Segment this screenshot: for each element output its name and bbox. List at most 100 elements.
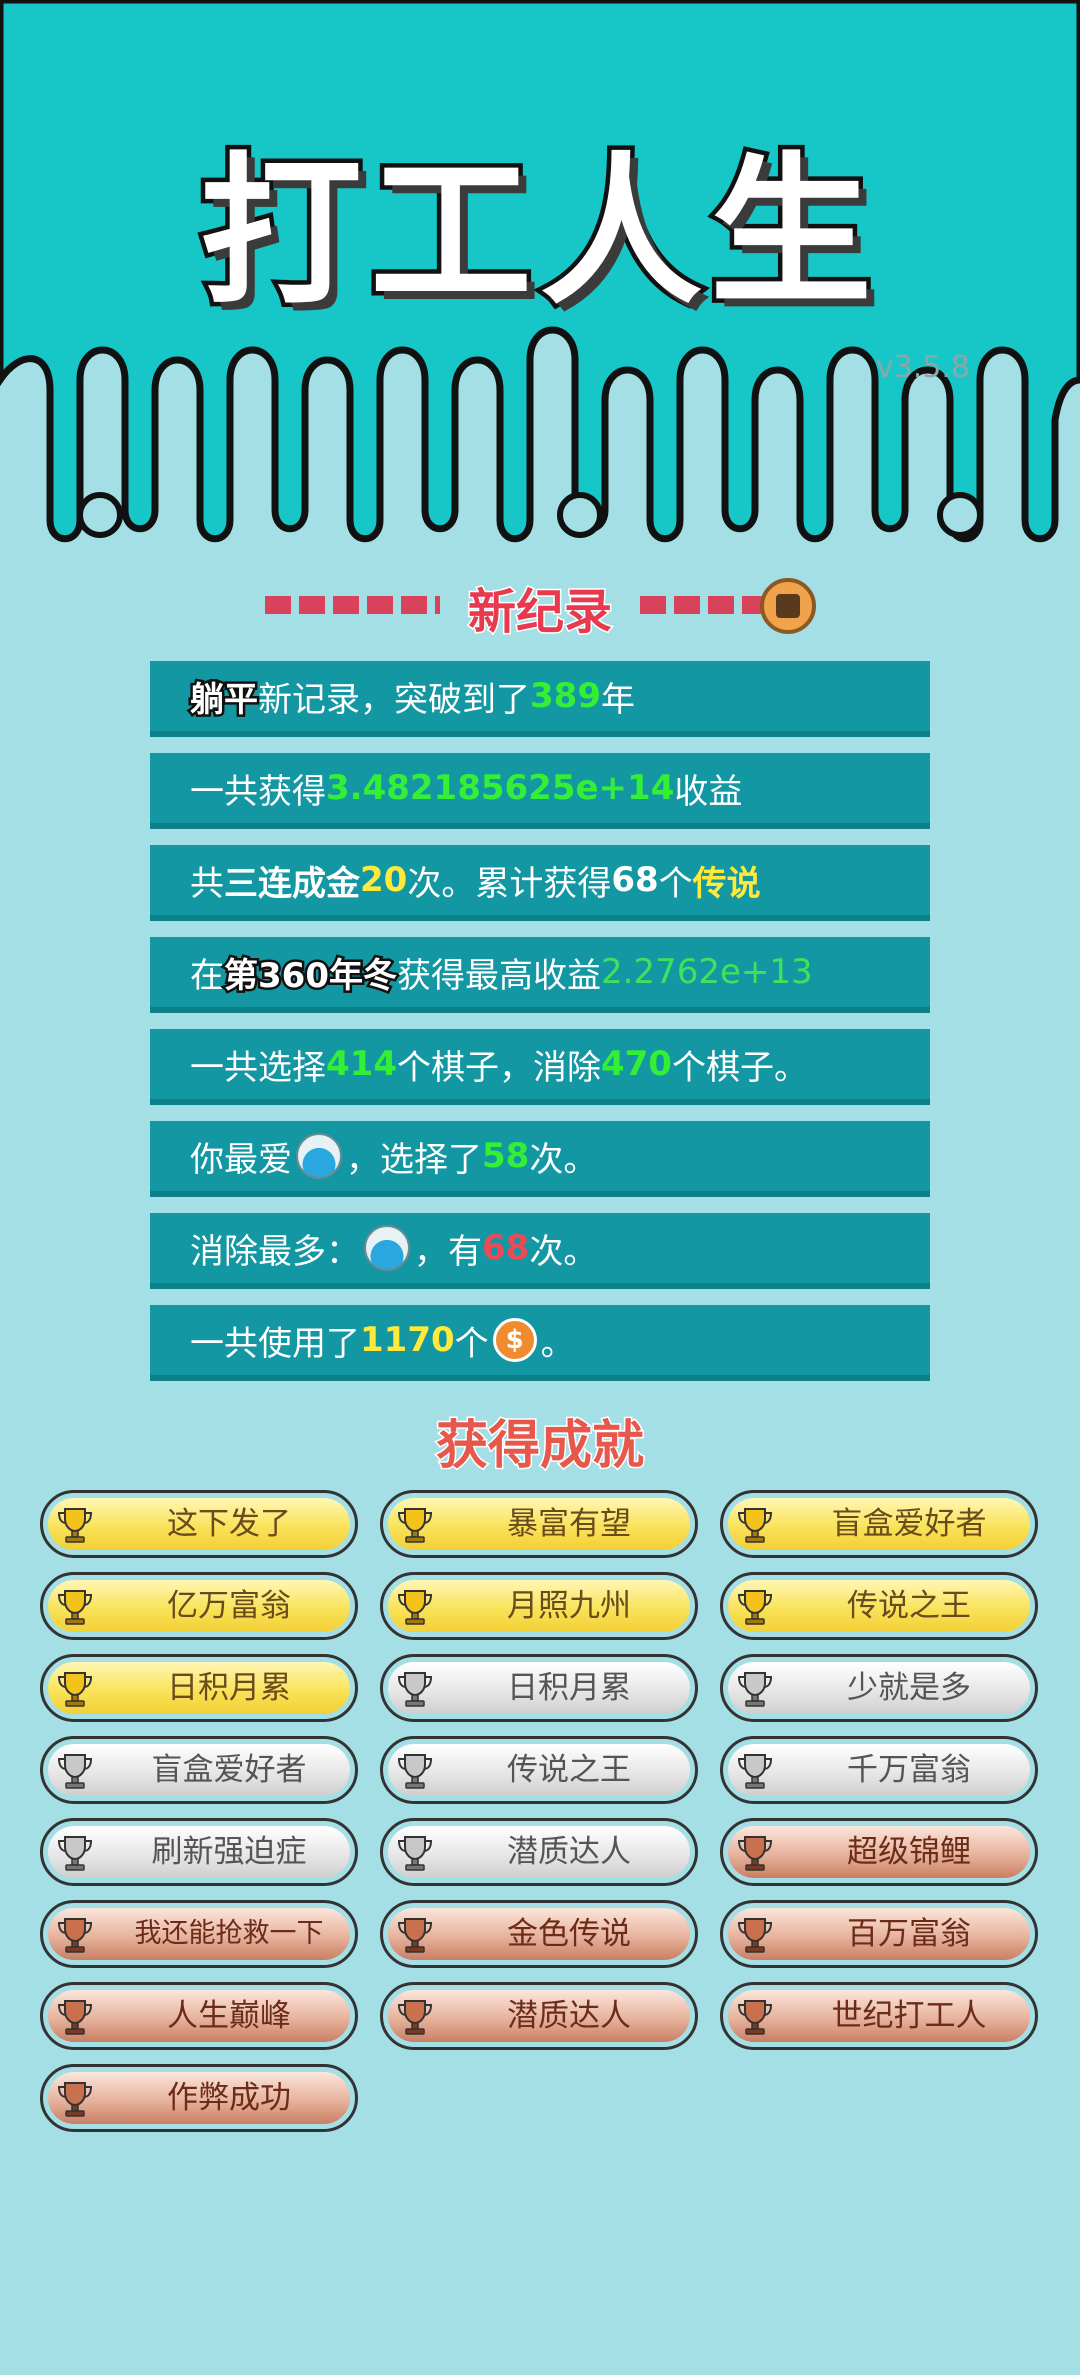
ball-icon bbox=[296, 1133, 342, 1179]
stat-text: 三连成金 bbox=[224, 863, 360, 904]
achievement-badge[interactable]: 日积月累 bbox=[380, 1654, 698, 1722]
achievement-badge[interactable]: 亿万富翁 bbox=[40, 1572, 358, 1640]
medal-coin-icon bbox=[760, 578, 816, 634]
trophy-icon bbox=[397, 1918, 433, 1953]
stat-text: 次。 bbox=[529, 1231, 598, 1272]
trophy-icon bbox=[737, 1754, 773, 1789]
stat-row: 在 第360年冬 获得最高收益 2.2762e+13 bbox=[150, 937, 930, 1013]
stat-text: 一共获得 bbox=[190, 771, 326, 812]
stat-text: ，选择了 bbox=[346, 1139, 482, 1180]
stat-text: 个 bbox=[658, 863, 693, 904]
stat-text: 。 bbox=[540, 1323, 575, 1364]
achievement-label: 金色传说 bbox=[507, 1916, 631, 1952]
right-dash-decoration bbox=[640, 596, 765, 614]
stat-text: 年 bbox=[600, 679, 635, 720]
achievement-badge[interactable]: 千万富翁 bbox=[720, 1736, 1038, 1804]
trophy-icon bbox=[57, 2000, 93, 2035]
achievement-badge[interactable]: 盲盒爱好者 bbox=[720, 1490, 1038, 1558]
achievement-label: 我还能抢救一下 bbox=[134, 1918, 324, 1949]
version-label: v3.5.8 bbox=[875, 350, 970, 385]
record-heading: 新纪录 bbox=[0, 572, 1080, 642]
achievement-badge[interactable]: 传说之王 bbox=[720, 1572, 1038, 1640]
achievement-label: 世纪打工人 bbox=[831, 1998, 987, 2034]
achievement-label: 人生巅峰 bbox=[167, 1998, 291, 2034]
achievement-label: 潜质达人 bbox=[507, 1998, 631, 2034]
achievement-label: 刷新强迫症 bbox=[151, 1834, 307, 1870]
stat-text: 68 bbox=[611, 860, 659, 900]
trophy-icon bbox=[57, 1918, 93, 1953]
trophy-icon bbox=[397, 1672, 433, 1707]
stat-text: 58 bbox=[482, 1136, 530, 1176]
stat-text: 2.2762e+13 bbox=[600, 952, 813, 992]
achievement-label: 月照九州 bbox=[507, 1588, 631, 1624]
achievement-badge[interactable]: 日积月累 bbox=[40, 1654, 358, 1722]
trophy-icon bbox=[397, 2000, 433, 2035]
achievement-label: 作弊成功 bbox=[167, 2080, 291, 2116]
achievement-badge[interactable]: 我还能抢救一下 bbox=[40, 1900, 358, 1968]
achievement-label: 超级锦鲤 bbox=[847, 1834, 971, 1870]
left-dash-decoration bbox=[265, 596, 440, 614]
trophy-icon bbox=[57, 1754, 93, 1789]
stat-text: 1170 bbox=[360, 1320, 455, 1360]
stat-text: 68 bbox=[482, 1228, 530, 1268]
stat-text: 414 bbox=[326, 1044, 397, 1084]
achievement-badge[interactable]: 这下发了 bbox=[40, 1490, 358, 1558]
achievement-badge[interactable]: 潜质达人 bbox=[380, 1818, 698, 1886]
stat-text: 次。 bbox=[529, 1139, 598, 1180]
trophy-icon bbox=[397, 1508, 433, 1543]
achievement-label: 少就是多 bbox=[847, 1670, 971, 1706]
achievement-label: 暴富有望 bbox=[507, 1506, 631, 1542]
achievement-badge[interactable]: 潜质达人 bbox=[380, 1982, 698, 2050]
trophy-icon bbox=[57, 2082, 93, 2117]
achievement-label: 亿万富翁 bbox=[167, 1588, 291, 1624]
achievement-label: 传说之王 bbox=[847, 1588, 971, 1624]
stat-text: 共 bbox=[190, 863, 224, 904]
achievement-badge[interactable]: 人生巅峰 bbox=[40, 1982, 358, 2050]
achievement-badge[interactable]: 传说之王 bbox=[380, 1736, 698, 1804]
stat-text: 一共使用了 bbox=[190, 1323, 360, 1364]
stat-row: 一共使用了 1170 个 $。 bbox=[150, 1305, 930, 1381]
coin-icon: $ bbox=[492, 1318, 537, 1362]
stat-text: 收益 bbox=[674, 771, 743, 812]
stat-text: 在 bbox=[190, 955, 224, 996]
achievement-badge[interactable]: 金色传说 bbox=[380, 1900, 698, 1968]
stat-text: 获得最高收益 bbox=[396, 955, 601, 996]
achievement-badge[interactable]: 作弊成功 bbox=[40, 2064, 358, 2132]
achievement-badge[interactable]: 少就是多 bbox=[720, 1654, 1038, 1722]
achievement-badge[interactable]: 世纪打工人 bbox=[720, 1982, 1038, 2050]
achievement-label: 潜质达人 bbox=[507, 1834, 631, 1870]
stat-row: 一共选择 414 个棋子，消除 470 个棋子。 bbox=[150, 1029, 930, 1105]
stat-text: 个 bbox=[454, 1323, 489, 1364]
stat-text: 躺平 bbox=[188, 677, 261, 722]
achievement-badge[interactable]: 百万富翁 bbox=[720, 1900, 1038, 1968]
header: 打工人生 v3.5.8 bbox=[0, 0, 1080, 560]
trophy-icon bbox=[397, 1590, 433, 1625]
achievement-badge[interactable]: 超级锦鲤 bbox=[720, 1818, 1038, 1886]
stat-text: 389 bbox=[530, 676, 601, 716]
record-title: 新纪录 bbox=[466, 583, 613, 642]
achievements-title: 获得成就 bbox=[434, 1415, 645, 1478]
stat-text: 消除最多： bbox=[190, 1231, 360, 1272]
record-stats-list: 躺平 新记录，突破到了 389 年一共获得 3.482185625e+14 收益共三连成金… bbox=[150, 661, 930, 1397]
trophy-icon bbox=[397, 1836, 433, 1871]
achievement-badge[interactable]: 月照九州 bbox=[380, 1572, 698, 1640]
achievement-badge[interactable]: 盲盒爱好者 bbox=[40, 1736, 358, 1804]
trophy-icon bbox=[737, 1672, 773, 1707]
ball-icon bbox=[364, 1225, 410, 1271]
achievement-badge[interactable]: 刷新强迫症 bbox=[40, 1818, 358, 1886]
stat-text: 个棋子。 bbox=[671, 1047, 808, 1088]
achievement-label: 日积月累 bbox=[507, 1670, 631, 1706]
trophy-icon bbox=[57, 1590, 93, 1625]
achievement-label: 盲盒爱好者 bbox=[831, 1506, 987, 1542]
stat-text: 个棋子，消除 bbox=[396, 1047, 601, 1088]
trophy-icon bbox=[57, 1836, 93, 1871]
achievement-label: 盲盒爱好者 bbox=[151, 1752, 307, 1788]
trophy-icon bbox=[737, 2000, 773, 2035]
stat-text: 你最爱 bbox=[190, 1139, 292, 1180]
achievement-label: 千万富翁 bbox=[847, 1752, 971, 1788]
game-title: 打工人生 bbox=[196, 135, 880, 332]
achievement-badge[interactable]: 暴富有望 bbox=[380, 1490, 698, 1558]
stat-row: 你最爱 ，选择了 58 次。 bbox=[150, 1121, 930, 1197]
stat-text: 传说 bbox=[692, 863, 761, 904]
stat-row: 消除最多： ，有 68 次。 bbox=[150, 1213, 930, 1289]
